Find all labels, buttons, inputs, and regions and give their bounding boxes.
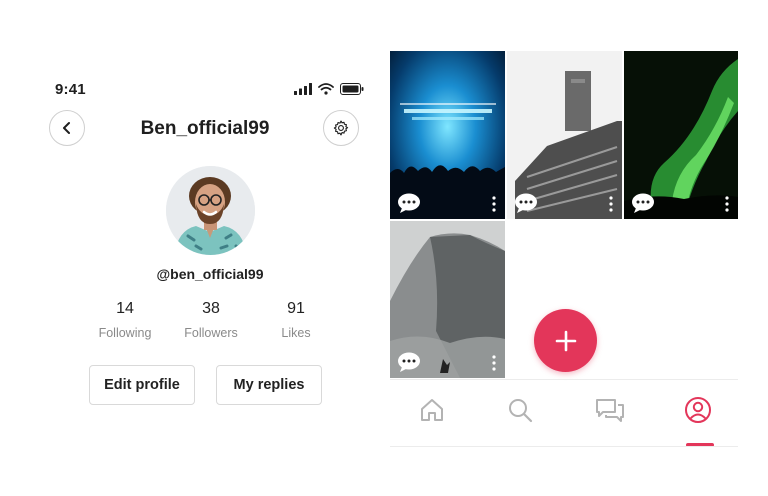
search-icon bbox=[509, 399, 533, 423]
profile-handle: @ben_official99 bbox=[156, 266, 264, 282]
battery-icon bbox=[340, 83, 364, 95]
home-icon bbox=[421, 399, 443, 421]
more-vertical-icon[interactable] bbox=[491, 354, 497, 372]
messages-icon bbox=[596, 399, 624, 422]
tab-search[interactable] bbox=[505, 395, 535, 425]
stat-value: 38 bbox=[202, 300, 220, 317]
chevron-left-icon bbox=[63, 122, 70, 134]
stat-value: 91 bbox=[287, 300, 305, 317]
post-tile-concert[interactable] bbox=[390, 51, 505, 219]
chat-bubble-icon[interactable] bbox=[514, 193, 538, 213]
tab-home[interactable] bbox=[417, 395, 447, 425]
post-tile-mountain[interactable] bbox=[390, 221, 505, 378]
tabbar-bottom-line bbox=[390, 446, 738, 447]
stat-likes[interactable]: 91 Likes bbox=[256, 300, 336, 340]
stat-followers[interactable]: 38 Followers bbox=[171, 300, 251, 340]
chat-bubble-icon[interactable] bbox=[397, 193, 421, 213]
chat-bubble-icon[interactable] bbox=[397, 352, 421, 372]
more-vertical-icon[interactable] bbox=[724, 195, 730, 213]
stat-following[interactable]: 14 Following bbox=[85, 300, 165, 340]
post-tile-aurora[interactable] bbox=[624, 51, 738, 219]
stat-label: Followers bbox=[184, 326, 238, 340]
more-vertical-icon[interactable] bbox=[491, 195, 497, 213]
edit-profile-button[interactable]: Edit profile bbox=[89, 365, 195, 405]
avatar bbox=[166, 166, 255, 255]
post-tile-building[interactable] bbox=[507, 51, 622, 219]
gear-icon bbox=[333, 120, 349, 136]
status-icons bbox=[294, 82, 364, 96]
more-vertical-icon[interactable] bbox=[608, 195, 614, 213]
wifi-icon bbox=[318, 83, 334, 95]
tabbar-divider bbox=[390, 379, 738, 380]
page-title: Ben_official99 bbox=[140, 118, 270, 139]
settings-button[interactable] bbox=[323, 110, 359, 146]
signal-icon bbox=[294, 83, 312, 95]
status-time: 9:41 bbox=[55, 81, 86, 98]
profile-icon bbox=[685, 397, 711, 423]
stat-value: 14 bbox=[116, 300, 134, 317]
back-button[interactable] bbox=[49, 110, 85, 146]
stat-label: Following bbox=[98, 326, 152, 340]
stat-label: Likes bbox=[281, 326, 311, 340]
chat-bubble-icon[interactable] bbox=[631, 193, 655, 213]
my-replies-button[interactable]: My replies bbox=[216, 365, 322, 405]
add-post-button[interactable] bbox=[534, 309, 597, 372]
tab-profile[interactable] bbox=[683, 395, 713, 425]
tab-messages[interactable] bbox=[595, 395, 625, 425]
plus-icon bbox=[555, 330, 576, 351]
